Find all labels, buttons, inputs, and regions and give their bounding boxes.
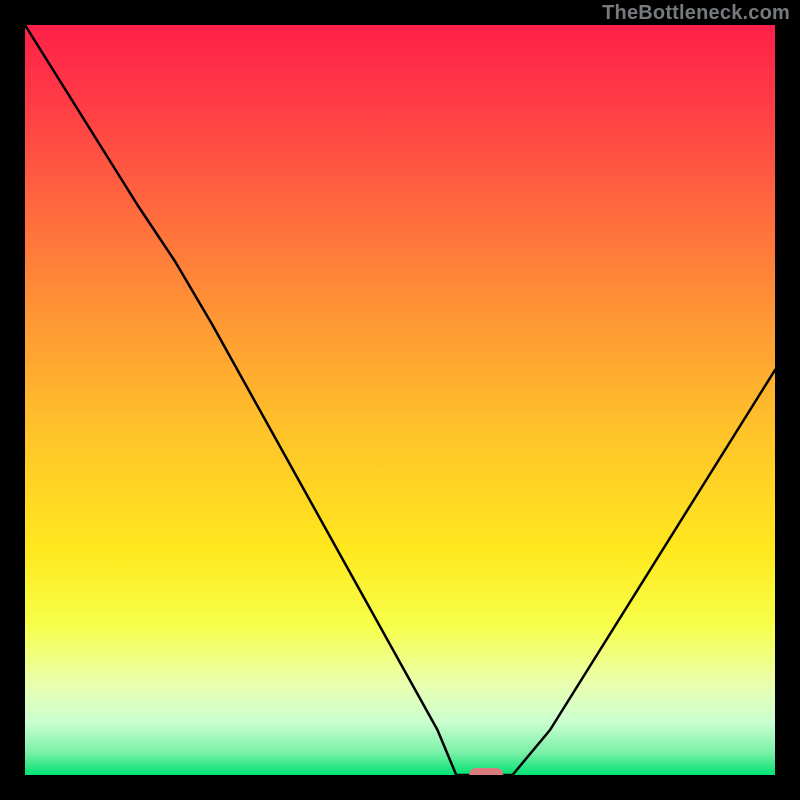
bottleneck-plot-svg: [25, 25, 775, 775]
watermark-text: TheBottleneck.com: [602, 2, 790, 25]
bottleneck-plot: [25, 25, 775, 775]
optimal-marker: [469, 768, 503, 775]
chart-container: TheBottleneck.com: [0, 0, 800, 800]
